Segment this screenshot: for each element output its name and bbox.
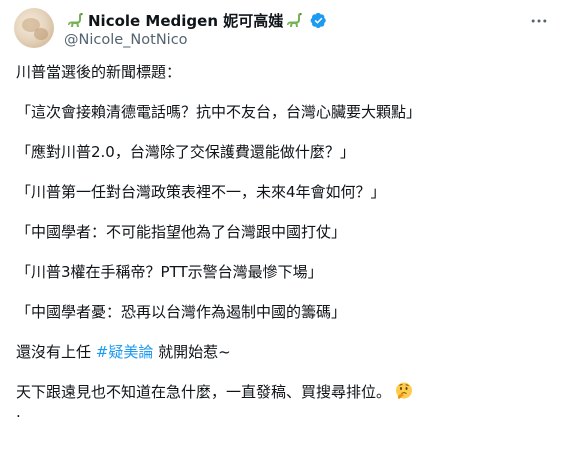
trailing-dot: . (16, 403, 21, 421)
author-name-row[interactable]: Nicole Medigen 妮可高媸 (64, 10, 327, 30)
verified-badge-icon (310, 12, 326, 28)
headline: 「川普第一任對台灣政策表裡不一，未來4年會如何？」 (16, 183, 386, 201)
author-handle[interactable]: @Nicole_NotNico (64, 32, 188, 48)
sauropod-emoji-icon (68, 13, 83, 27)
avatar[interactable] (14, 8, 54, 48)
headline: 「川普3權在手稱帝？PTT示警台灣最慘下場」 (16, 263, 323, 281)
hashtag-line: 還沒有上任 #疑美論 就開始惹~ (16, 342, 546, 362)
headline: 「中國學者憂：恐再以台灣作為遏制中國的籌碼」 (16, 303, 347, 321)
hashtag-link[interactable]: #疑美論 (96, 343, 154, 361)
closing-line: 天下跟遠見也不知道在急什麼，一直發稿、買搜尋排位。 (16, 382, 546, 402)
tweet-text: 川普當選後的新聞標題： 「這次會接賴清德電話嗎？抗中不友台，台灣心臟要大顆點」 … (16, 62, 546, 422)
closing-text: 天下跟遠見也不知道在急什麼，一直發稿、買搜尋排位。 (16, 383, 392, 401)
headline: 「中國學者：不可能指望他為了台灣跟中國打仗」 (16, 223, 347, 241)
more-options-button[interactable] (528, 10, 550, 32)
headline: 「應對川普2.0，台灣除了交保護費還能做什麼？」 (16, 143, 355, 161)
pre-hashtag-text: 還沒有上任 (16, 343, 96, 361)
sauropod-emoji-icon (287, 13, 303, 27)
headline: 「這次會接賴清德電話嗎？抗中不友台，台灣心臟要大顆點」 (16, 103, 422, 121)
post-hashtag-text: 就開始惹~ (153, 343, 231, 361)
avatar-detail (34, 28, 48, 40)
tweet-card: Nicole Medigen 妮可高媸 @Nicole_NotNico 川普當選… (0, 0, 562, 471)
more-options-icon (531, 19, 547, 23)
display-name[interactable]: Nicole Medigen 妮可高媸 (88, 10, 283, 31)
tweet-intro: 川普當選後的新聞標題： (16, 63, 182, 81)
thinking-face-emoji-icon (396, 382, 413, 399)
